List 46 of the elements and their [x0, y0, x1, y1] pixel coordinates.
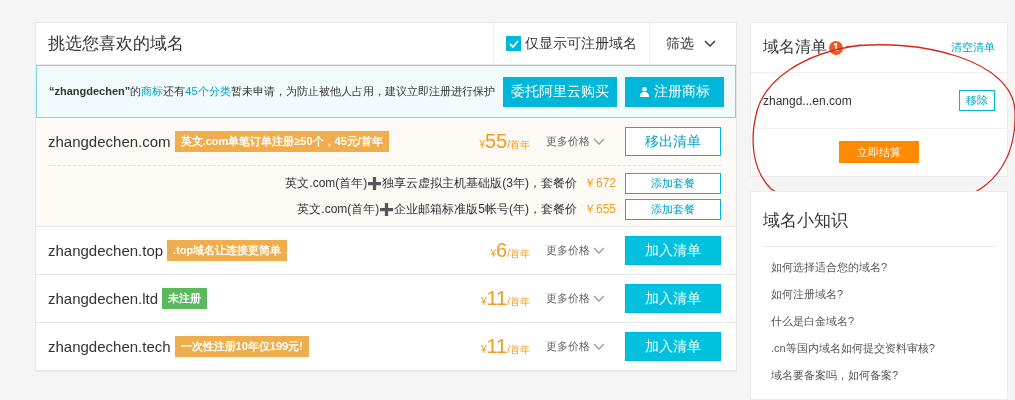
domain-price: ¥11/首年 [480, 335, 530, 358]
tips-title: 域名小知识 [763, 192, 995, 247]
chevron-down-icon [593, 342, 605, 351]
tip-link[interactable]: 如何注册域名? [763, 282, 995, 309]
user-icon [638, 86, 650, 97]
chevron-down-icon [704, 39, 716, 48]
chevron-down-icon [593, 137, 605, 146]
trademark-notice: “zhangdechen”的商标还有45个分类暂未申请，为防止被他人占用，建议立即注册进行保护 [49, 84, 495, 99]
cart-toggle-button[interactable]: 移出清单 [625, 127, 721, 156]
more-prices-toggle[interactable]: 更多价格 [540, 290, 611, 307]
tip-link[interactable]: 什么是白金域名? [763, 309, 995, 336]
add-package-button[interactable]: 添加套餐 [625, 198, 721, 220]
more-prices-toggle[interactable]: 更多价格 [540, 338, 611, 355]
plus-icon [368, 176, 382, 190]
package-price: ￥672 [583, 174, 616, 192]
package-item: 独享云虚拟主机基础版(3年)，套餐价 [382, 174, 577, 192]
domain-price: ¥11/首年 [480, 287, 530, 310]
domain-tag: .top域名让连接更简单 [167, 240, 288, 261]
domain-name: zhangdechen.tech [48, 338, 171, 355]
package-item: 英文.com(首年) [297, 200, 380, 218]
cart-domain: zhangd...en.com [763, 93, 852, 108]
package-item: 英文.com(首年) [285, 174, 368, 192]
tip-link[interactable]: 如何选择适合您的域名? [763, 255, 995, 282]
domain-tag: 英文.com单笔订单注册≥50个，45元/首年 [174, 131, 389, 152]
add-package-button[interactable]: 添加套餐 [625, 172, 721, 194]
more-prices-toggle[interactable]: 更多价格 [540, 242, 611, 259]
package-item: 企业邮箱标准版5帐号(年)，套餐价 [394, 200, 577, 218]
plus-icon [380, 202, 394, 216]
checkbox-icon[interactable] [506, 36, 521, 51]
remove-button[interactable]: 移除 [959, 90, 995, 111]
clear-cart-link[interactable]: 清空清单 [951, 40, 995, 55]
section-title: 挑选您喜欢的域名 [47, 33, 185, 55]
domain-tag: 一次性注册10年仅199元! [174, 336, 309, 357]
domain-price: ¥55/首年 [479, 130, 530, 153]
more-prices-toggle[interactable]: 更多价格 [540, 133, 611, 150]
chevron-down-icon [593, 294, 605, 303]
tip-link[interactable]: 域名要备案吗，如何备案? [763, 363, 995, 390]
chevron-down-icon [593, 246, 605, 255]
domain-tag: 未注册 [162, 288, 208, 309]
domain-name: zhangdechen.ltd [48, 290, 159, 307]
package-price: ￥655 [583, 200, 616, 218]
cart-title: 域名清单 [763, 37, 827, 57]
tip-link[interactable]: .cn等国内域名如何提交资料审核? [763, 336, 995, 363]
domain-name: zhangdechen.com [48, 133, 171, 150]
domain-name: zhangdechen.top [48, 242, 164, 259]
domain-price: ¥6/首年 [490, 239, 530, 262]
